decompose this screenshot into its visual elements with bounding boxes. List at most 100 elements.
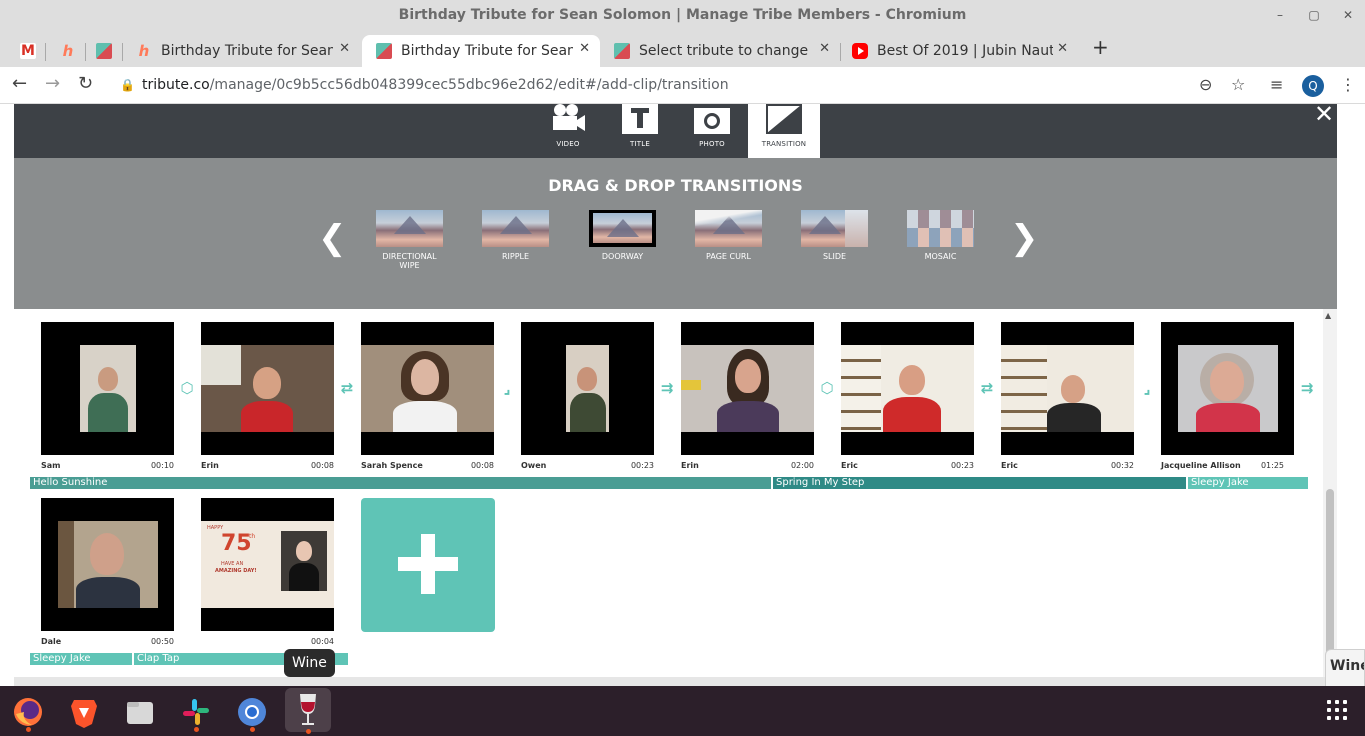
close-icon[interactable]: ✕ bbox=[579, 41, 590, 56]
clip-thumbnail[interactable] bbox=[361, 322, 494, 455]
clip-thumbnail[interactable] bbox=[1161, 322, 1294, 455]
mode-transition[interactable]: TRANSITION bbox=[748, 104, 820, 158]
clip-thumbnail[interactable] bbox=[521, 322, 654, 455]
close-icon[interactable]: ✕ bbox=[819, 41, 830, 56]
brave-icon[interactable] bbox=[66, 694, 102, 730]
close-window-button[interactable]: ✕ bbox=[1331, 0, 1365, 30]
transition-label: PAGE CURL bbox=[706, 252, 751, 261]
music-track[interactable]: Sleepy Jake bbox=[30, 653, 132, 665]
clip-thumbnail[interactable] bbox=[41, 498, 174, 631]
transitions-panel: DRAG & DROP TRANSITIONS ❮ DIRECTIONAL WI… bbox=[14, 158, 1337, 309]
swap-transition-icon[interactable]: ⇄ bbox=[338, 379, 356, 397]
corner-transition-icon[interactable]: ⌟ bbox=[498, 379, 516, 397]
show-apps-grid-icon[interactable] bbox=[1327, 700, 1349, 722]
wine-icon[interactable] bbox=[285, 688, 331, 734]
transition-thumbnail bbox=[482, 210, 549, 247]
transition-page-curl[interactable]: PAGE CURL bbox=[695, 210, 762, 261]
clip-name: Eric bbox=[1001, 461, 1018, 470]
transition-slide[interactable]: SLIDE bbox=[801, 210, 868, 261]
hubspot-icon: ℎ bbox=[138, 42, 150, 60]
new-tab-button[interactable]: + bbox=[1092, 35, 1109, 59]
tribute-icon bbox=[96, 43, 112, 59]
music-track[interactable]: Sleepy Jake bbox=[1188, 477, 1308, 489]
transition-ripple[interactable]: RIPPLE bbox=[482, 210, 549, 261]
zoom-icon[interactable]: ⊖ bbox=[1199, 75, 1212, 94]
files-icon[interactable] bbox=[122, 694, 158, 730]
media-control-icon[interactable]: ≡ bbox=[1270, 75, 1283, 94]
firefox-icon[interactable] bbox=[10, 694, 46, 732]
scroll-up-icon[interactable]: ▲ bbox=[1325, 311, 1331, 320]
bookmark-star-icon[interactable]: ☆ bbox=[1231, 75, 1245, 94]
tab-tribute[interactable] bbox=[82, 35, 122, 67]
panel-title: DRAG & DROP TRANSITIONS bbox=[548, 176, 803, 195]
window-controls: – ▢ ✕ bbox=[1263, 0, 1365, 30]
reload-icon[interactable]: ↻ bbox=[78, 73, 93, 94]
camera-icon bbox=[694, 108, 730, 134]
transition-icon bbox=[766, 104, 802, 134]
transition-label: MOSAIC bbox=[924, 252, 957, 261]
transition-doorway[interactable]: DOORWAY bbox=[589, 210, 656, 261]
swap-transition-icon[interactable]: ⇄ bbox=[978, 379, 996, 397]
tab-gmail[interactable]: M bbox=[6, 35, 46, 67]
mode-label: PHOTO bbox=[699, 140, 725, 148]
chromium-icon[interactable] bbox=[234, 694, 270, 732]
clip-thumbnail[interactable] bbox=[201, 322, 334, 455]
tab-select-tribute[interactable]: Select tribute to change | ✕ bbox=[600, 35, 840, 67]
transition-thumbnail bbox=[376, 210, 443, 247]
address-bar[interactable]: 🔒 tribute.co/manage/0c9b5cc56db048399cec… bbox=[108, 71, 1198, 99]
music-track[interactable]: Hello Sunshine bbox=[30, 477, 771, 489]
slide-transition-icon[interactable]: ⇉ bbox=[658, 379, 676, 397]
tab-youtube[interactable]: Best Of 2019 | Jubin Naut ✕ bbox=[838, 35, 1078, 67]
card-suffix: th bbox=[249, 533, 256, 540]
music-track[interactable]: Spring In My Step bbox=[773, 477, 1186, 489]
tab-birthday-tribute-2[interactable]: Birthday Tribute for Sean ✕ bbox=[362, 35, 600, 67]
tab-title: Birthday Tribute for Sean bbox=[161, 43, 333, 59]
mode-title[interactable]: TITLE bbox=[604, 104, 676, 158]
next-arrow-icon[interactable]: ❯ bbox=[1010, 218, 1039, 258]
mode-photo[interactable]: PHOTO bbox=[676, 104, 748, 158]
cube-transition-icon[interactable]: ⬡ bbox=[178, 379, 196, 397]
transition-mosaic[interactable]: MOSAIC bbox=[907, 210, 974, 261]
clip-name: Dale bbox=[41, 637, 62, 646]
editor-mode-bar: VIDEO TITLE PHOTO TRANSITION ✕ bbox=[14, 104, 1337, 158]
clip-duration: 00:32 bbox=[1110, 461, 1134, 470]
maximize-button[interactable]: ▢ bbox=[1297, 0, 1331, 30]
tab-birthday-tribute-1[interactable]: ℎ Birthday Tribute for Sean ✕ bbox=[122, 35, 360, 67]
clip-name: Jacqueline Allison bbox=[1161, 461, 1241, 470]
close-editor-button[interactable]: ✕ bbox=[1314, 104, 1334, 128]
slack-icon[interactable] bbox=[178, 694, 214, 732]
lock-icon: 🔒 bbox=[120, 78, 135, 92]
youtube-icon bbox=[852, 43, 868, 59]
prev-arrow-icon[interactable]: ❮ bbox=[318, 218, 347, 258]
transition-label: DIRECTIONAL WIPE bbox=[382, 252, 437, 270]
clip-name: Owen bbox=[521, 461, 547, 470]
clip-thumbnail[interactable] bbox=[41, 322, 174, 455]
clip-thumbnail[interactable] bbox=[1001, 322, 1134, 455]
transition-thumbnail bbox=[907, 210, 974, 247]
clip-thumbnail[interactable]: HAPPY 75 th HAVE AN AMAZING DAY! bbox=[201, 498, 334, 631]
menu-dots-icon[interactable]: ⋮ bbox=[1340, 75, 1356, 94]
clip-thumbnail[interactable] bbox=[681, 322, 814, 455]
forward-arrow-icon[interactable]: → bbox=[45, 73, 60, 94]
cube-transition-icon[interactable]: ⬡ bbox=[818, 379, 836, 397]
tab-strip: M ℎ ℎ Birthday Tribute for Sean ✕ Birthd… bbox=[0, 32, 1365, 67]
clip-duration: 00:23 bbox=[950, 461, 974, 470]
mode-label: TRANSITION bbox=[761, 140, 807, 148]
page-scrollbar[interactable]: ▲ bbox=[1323, 309, 1337, 686]
profile-avatar[interactable]: Q bbox=[1302, 75, 1324, 97]
close-icon[interactable]: ✕ bbox=[339, 41, 350, 56]
minimize-button[interactable]: – bbox=[1263, 0, 1297, 30]
back-arrow-icon[interactable]: ← bbox=[12, 73, 27, 94]
transition-directional-wipe[interactable]: DIRECTIONAL WIPE bbox=[376, 210, 443, 270]
add-clip-button[interactable] bbox=[361, 498, 495, 632]
clip-duration: 00:50 bbox=[150, 637, 174, 646]
card-number: 75 bbox=[221, 531, 252, 556]
corner-transition-icon[interactable]: ⌟ bbox=[1138, 379, 1156, 397]
clip-thumbnail[interactable] bbox=[841, 322, 974, 455]
tribute-icon bbox=[614, 43, 630, 59]
close-icon[interactable]: ✕ bbox=[1057, 41, 1068, 56]
mode-video[interactable]: VIDEO bbox=[532, 104, 604, 158]
slide-transition-icon[interactable]: ⇉ bbox=[1298, 379, 1316, 397]
transition-label: DOORWAY bbox=[601, 252, 644, 261]
tab-hubspot[interactable]: ℎ bbox=[46, 35, 84, 67]
